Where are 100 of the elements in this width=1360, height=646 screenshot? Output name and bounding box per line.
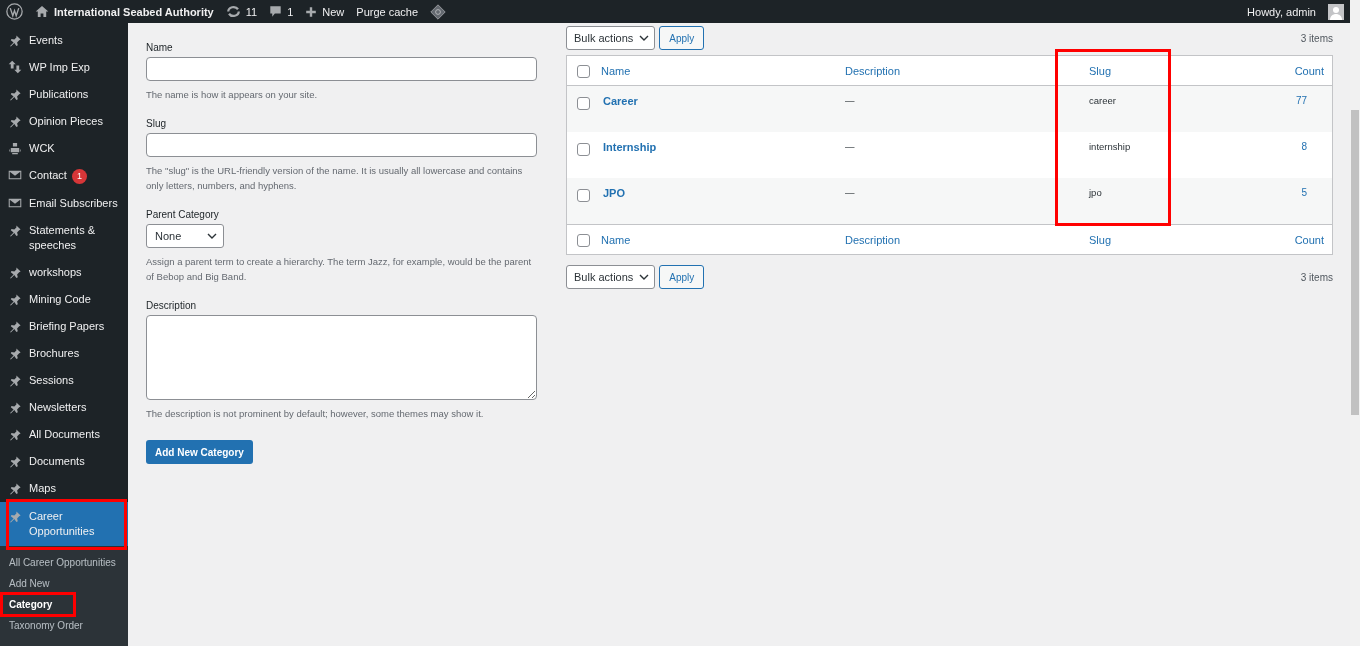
submenu-item[interactable]: Taxonomy Order [0, 615, 128, 636]
column-header[interactable]: Count [1294, 64, 1332, 77]
items-count: 3 items [1300, 32, 1333, 44]
menu-label: workshops [29, 265, 82, 280]
count-link[interactable]: 8 [1301, 141, 1332, 152]
count-link[interactable]: 77 [1295, 95, 1332, 106]
menu-item[interactable]: Sessions [0, 367, 128, 394]
pushpin-icon [8, 401, 22, 415]
home-icon[interactable] [35, 5, 49, 18]
pushpin-icon [8, 115, 22, 129]
menu-item[interactable]: Opinion Pieces [0, 108, 128, 135]
scrollbar-thumb[interactable] [1351, 110, 1359, 415]
apply-button[interactable]: Apply [659, 26, 705, 50]
row-checkbox[interactable] [577, 143, 590, 156]
menu-label: Career Opportunities [29, 509, 96, 539]
column-header[interactable]: Description [845, 64, 901, 77]
menu-label: Briefing Papers [29, 319, 105, 334]
envelope-icon [8, 168, 22, 182]
select-all-checkbox[interactable] [577, 234, 590, 247]
menu-label: Documents [29, 454, 85, 469]
notification-badge: 1 [71, 169, 87, 184]
count-link[interactable]: 5 [1301, 187, 1332, 198]
row-checkbox[interactable] [577, 97, 590, 110]
column-header[interactable]: Name [601, 64, 631, 77]
pushpin-icon [8, 293, 22, 307]
chevron-down-icon [207, 232, 217, 239]
row-checkbox[interactable] [577, 189, 590, 202]
field-hint: The "slug" is the URL-friendly version of the name. It is usually all lowercase and contains only letters, numbers, and hyphens. [146, 163, 524, 193]
field-hint: The description is not prominent by default; however, some themes may show it. [146, 406, 485, 421]
new-link[interactable]: New [322, 5, 345, 18]
greeting-link[interactable]: Howdy, admin [1247, 5, 1316, 18]
menu-label: Statements & speeches [29, 223, 97, 253]
column-header[interactable]: Name [601, 233, 631, 246]
field-label: Name [146, 41, 173, 55]
submenu-item[interactable]: Category [0, 594, 128, 615]
column-header[interactable]: Slug [1089, 233, 1112, 246]
menu-label: All Documents [29, 427, 100, 442]
pushpin-icon [8, 347, 22, 361]
chevron-down-icon [639, 274, 650, 280]
menu-label: WP Imp Exp [29, 60, 90, 75]
menu-label: Newsletters [29, 400, 87, 415]
menu-item[interactable]: Contact 1 [0, 162, 128, 190]
slug-cell: jpo [1089, 187, 1102, 198]
submenu-item[interactable]: All Career Opportunities [0, 552, 128, 573]
menu-item[interactable]: Mining Code [0, 286, 128, 313]
menu-item[interactable]: Briefing Papers [0, 313, 128, 340]
field-label: Parent Category [146, 207, 219, 222]
description-cell: — [845, 141, 855, 152]
category-name-link[interactable]: JPO [601, 187, 625, 199]
updates-count[interactable]: 11 [245, 5, 258, 18]
field-label: Description [146, 298, 197, 313]
wordpress-logo-icon[interactable] [6, 3, 23, 20]
pushpin-icon [8, 88, 22, 102]
refresh-icon[interactable] [225, 5, 241, 18]
menu-item[interactable]: Events [0, 27, 128, 54]
description-field[interactable] [146, 314, 537, 400]
slug-cell: internship [1089, 141, 1131, 152]
bulk-actions-select[interactable]: Bulk actions [566, 26, 656, 50]
apply-button[interactable]: Apply [659, 265, 705, 289]
purge-cache-link[interactable]: Purge cache [356, 5, 419, 18]
text-field[interactable] [146, 57, 537, 81]
menu-item[interactable]: WP Imp Exp [0, 54, 128, 81]
plus-icon[interactable] [305, 5, 318, 18]
menu-label: Brochures [29, 346, 80, 361]
menu-item[interactable]: Statements & speeches [0, 217, 128, 259]
chevron-down-icon [639, 35, 650, 41]
menu-item[interactable]: All Documents [0, 421, 128, 448]
submenu-item[interactable]: Add New [0, 573, 128, 594]
diamond-icon[interactable] [430, 3, 447, 20]
parent-select[interactable]: None [146, 223, 224, 248]
items-count: 3 items [1300, 271, 1333, 283]
menu-item[interactable]: Maps [0, 475, 128, 502]
menu-item[interactable]: workshops [0, 259, 128, 286]
comments-count[interactable]: 1 [287, 5, 294, 18]
menu-item[interactable]: WCK [0, 135, 128, 162]
menu-label: Sessions [29, 373, 74, 388]
menu-item[interactable]: Brochures [0, 340, 128, 367]
pushpin-icon [8, 482, 22, 496]
menu-label: Maps [29, 481, 56, 496]
comment-icon[interactable] [269, 5, 283, 18]
slug-cell: career [1089, 95, 1116, 106]
site-name-link[interactable]: International Seabed Authority [54, 5, 214, 18]
add-category-button[interactable]: Add New Category [146, 440, 253, 464]
menu-label: Contact 1 [29, 168, 87, 184]
pushpin-icon [8, 455, 22, 469]
column-header[interactable]: Count [1294, 233, 1332, 246]
category-name-link[interactable]: Career [601, 95, 638, 107]
select-all-checkbox[interactable] [577, 65, 590, 78]
menu-item[interactable]: Email Subscribers [0, 190, 128, 217]
column-header[interactable]: Description [845, 233, 901, 246]
avatar-icon[interactable] [1328, 3, 1344, 20]
column-header[interactable]: Slug [1089, 64, 1112, 77]
menu-item[interactable]: Publications [0, 81, 128, 108]
menu-item[interactable]: Documents [0, 448, 128, 475]
text-field[interactable] [146, 132, 537, 157]
pushpin-icon [8, 428, 22, 442]
category-name-link[interactable]: Internship [601, 141, 657, 153]
bulk-actions-select[interactable]: Bulk actions [566, 265, 656, 289]
description-cell: — [845, 187, 855, 198]
menu-item[interactable]: Newsletters [0, 394, 128, 421]
